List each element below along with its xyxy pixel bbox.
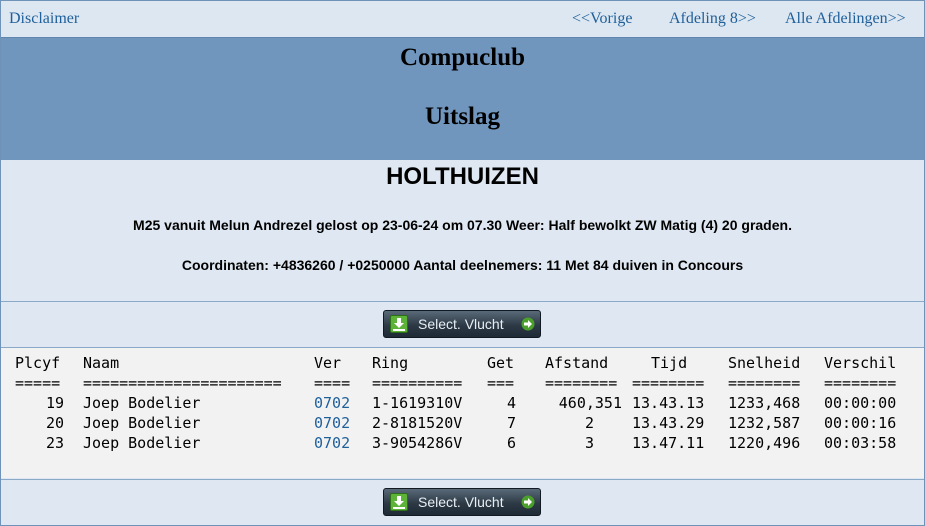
cell-verschil: 00:00:16 bbox=[824, 414, 897, 432]
location-title: HOLTHUIZEN bbox=[386, 163, 539, 190]
cell-tijd: 13.43.29 bbox=[632, 414, 705, 432]
header-verschil: Verschil bbox=[824, 354, 897, 372]
separator: ===== bbox=[15, 374, 61, 392]
separator: ====================== bbox=[83, 374, 282, 392]
top-navigation: Disclaimer <<Vorige Afdeling 8>> Alle Af… bbox=[1, 1, 924, 37]
cell-ring: 2-8181520V bbox=[372, 414, 463, 432]
cell-snelheid: 1233,468 bbox=[728, 394, 801, 412]
header-ver: Ver bbox=[314, 354, 342, 372]
header-ring: Ring bbox=[372, 354, 409, 372]
cell-plcyf: 23 bbox=[45, 434, 64, 452]
header-get: Get bbox=[487, 354, 515, 372]
race-coordinates: Coordinaten: +4836260 / +0250000 Aantal … bbox=[181, 257, 744, 273]
select-flight-button-bottom[interactable]: Select. Vlucht bbox=[383, 488, 541, 516]
top-button-band: Select. Vlucht bbox=[1, 302, 924, 348]
cell-get: 7 bbox=[506, 414, 516, 432]
cell-ver-link[interactable]: 0702 bbox=[314, 394, 350, 412]
race-info: HOLTHUIZEN M25 vanuit Melun Andrezel gel… bbox=[1, 160, 924, 302]
page-frame: Disclaimer <<Vorige Afdeling 8>> Alle Af… bbox=[0, 0, 925, 526]
select-flight-label: Select. Vlucht bbox=[418, 494, 504, 510]
cell-tijd: 13.43.13 bbox=[632, 394, 705, 412]
cell-afstand: 3 bbox=[584, 434, 594, 452]
cell-plcyf: 19 bbox=[45, 394, 64, 412]
bottom-button-band: Select. Vlucht bbox=[1, 479, 924, 525]
cell-naam: Joep Bodelier bbox=[83, 414, 201, 432]
table-row: 23 Joep Bodelier 0702 3-9054286V 6 3 13.… bbox=[1, 434, 924, 454]
select-flight-button-top[interactable]: Select. Vlucht bbox=[383, 310, 541, 338]
cell-naam: Joep Bodelier bbox=[83, 394, 201, 412]
separator: ==== bbox=[314, 374, 351, 392]
page-header: Compuclub Uitslag bbox=[1, 37, 924, 161]
results-table: Plcyf Naam Ver Ring Get Afstand Tijd Sne… bbox=[1, 348, 924, 478]
arrow-right-icon bbox=[521, 317, 535, 331]
cell-tijd: 13.47.11 bbox=[632, 434, 705, 452]
next-division-link[interactable]: Afdeling 8>> bbox=[669, 10, 756, 28]
header-afstand: Afstand bbox=[545, 354, 609, 372]
separator: ======== bbox=[545, 374, 618, 392]
cell-verschil: 00:00:00 bbox=[824, 394, 897, 412]
previous-link[interactable]: <<Vorige bbox=[572, 10, 632, 28]
header-naam: Naam bbox=[83, 354, 120, 372]
header-tijd: Tijd bbox=[651, 354, 688, 372]
all-divisions-link[interactable]: Alle Afdelingen>> bbox=[785, 10, 906, 28]
cell-afstand: 2 bbox=[584, 414, 594, 432]
cell-snelheid: 1232,587 bbox=[728, 414, 801, 432]
table-row: 20 Joep Bodelier 0702 2-8181520V 7 2 13.… bbox=[1, 414, 924, 434]
separator: ======== bbox=[824, 374, 897, 392]
download-icon bbox=[390, 493, 408, 511]
select-flight-label: Select. Vlucht bbox=[418, 316, 504, 332]
cell-naam: Joep Bodelier bbox=[83, 434, 201, 452]
table-header-row: Plcyf Naam Ver Ring Get Afstand Tijd Sne… bbox=[1, 354, 924, 374]
cell-afstand: 460,351 bbox=[558, 394, 622, 412]
cell-ver-link[interactable]: 0702 bbox=[314, 414, 350, 432]
table-row: 19 Joep Bodelier 0702 1-1619310V 4 460,3… bbox=[1, 394, 924, 414]
header-snelheid: Snelheid bbox=[728, 354, 801, 372]
separator: === bbox=[487, 374, 515, 392]
club-title: Compuclub bbox=[399, 44, 526, 71]
cell-get: 4 bbox=[506, 394, 516, 412]
disclaimer-link[interactable]: Disclaimer bbox=[9, 10, 79, 28]
download-icon bbox=[390, 315, 408, 333]
table-separator-row: ===== ====================== ==== ======… bbox=[1, 374, 924, 394]
cell-get: 6 bbox=[506, 434, 516, 452]
cell-ver-link[interactable]: 0702 bbox=[314, 434, 350, 452]
cell-verschil: 00:03:58 bbox=[824, 434, 897, 452]
separator: ======== bbox=[632, 374, 705, 392]
separator: ======== bbox=[728, 374, 801, 392]
header-plcyf: Plcyf bbox=[15, 354, 61, 372]
race-details: M25 vanuit Melun Andrezel gelost op 23-0… bbox=[133, 217, 792, 233]
cell-ring: 3-9054286V bbox=[372, 434, 463, 452]
arrow-right-icon bbox=[521, 495, 535, 509]
separator: ========== bbox=[372, 374, 463, 392]
cell-ring: 1-1619310V bbox=[372, 394, 463, 412]
page-subtitle: Uitslag bbox=[425, 103, 500, 130]
cell-plcyf: 20 bbox=[45, 414, 64, 432]
cell-snelheid: 1220,496 bbox=[728, 434, 801, 452]
